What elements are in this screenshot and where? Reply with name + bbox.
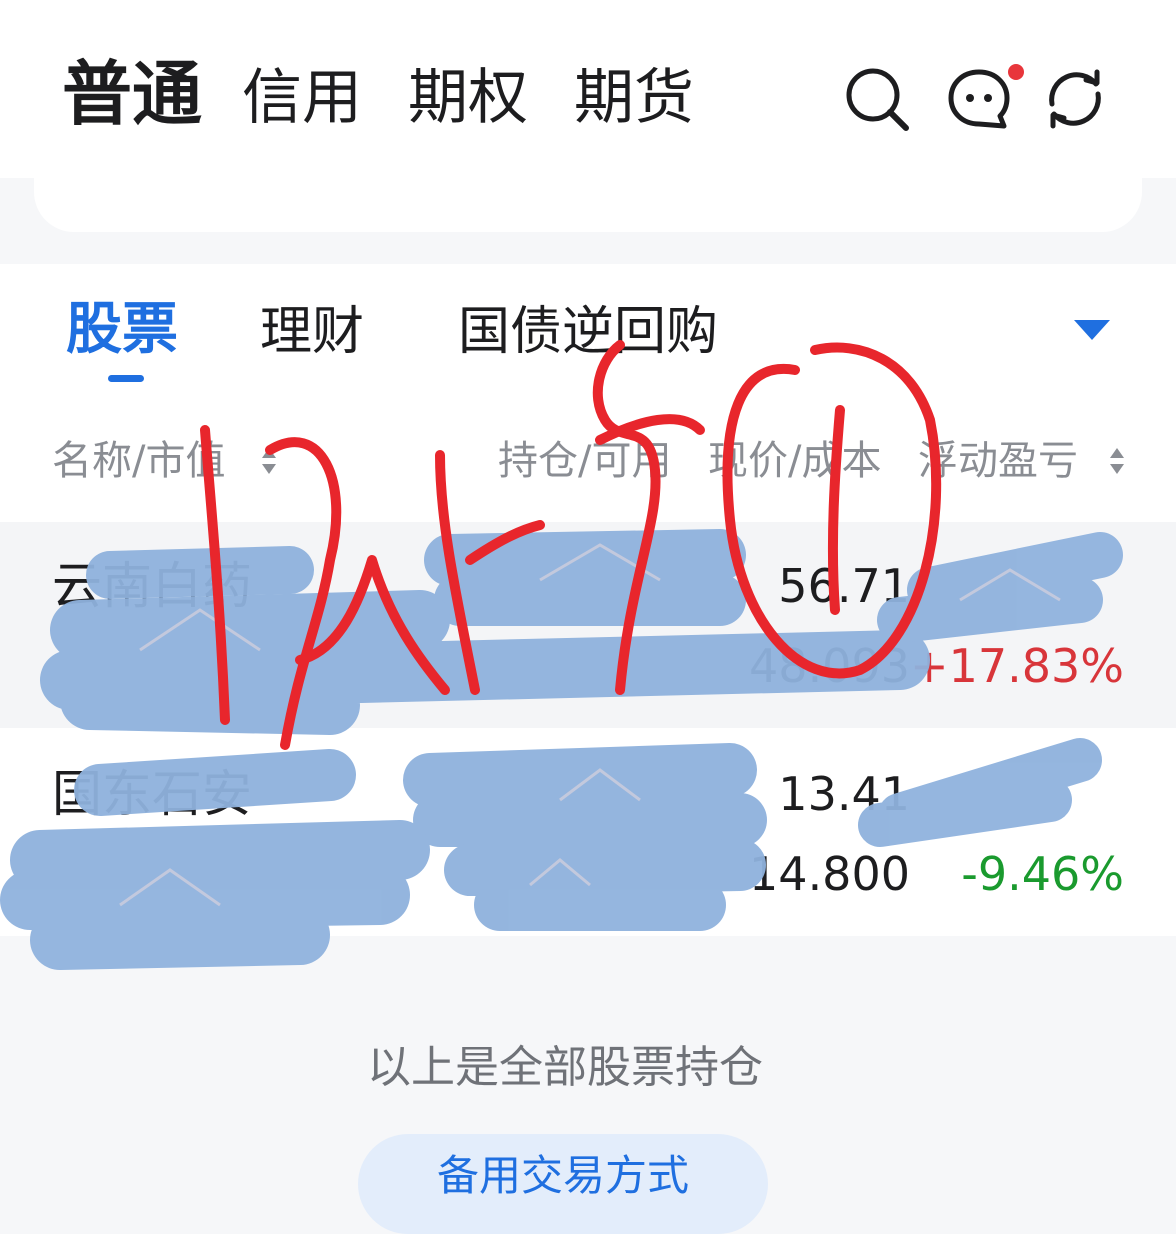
column-price-cost: 现价/成本 — [708, 438, 882, 484]
refresh-icon[interactable] — [1040, 64, 1110, 134]
cost-price: 48.093 — [749, 639, 910, 693]
account-summary-card — [34, 176, 1142, 232]
column-float-pl[interactable]: 浮动盈亏 — [918, 436, 1078, 486]
pl-percent: -9.46% — [961, 847, 1124, 901]
holding-row[interactable] — [0, 728, 1176, 934]
sort-icon[interactable] — [1110, 448, 1124, 474]
asset-tab-stocks[interactable]: 股票 — [66, 298, 178, 362]
column-position-available: 持仓/可用 — [498, 438, 672, 484]
cost-price: 14.800 — [749, 847, 910, 901]
asset-tab-wealth[interactable]: 理财 — [260, 300, 364, 364]
asset-tab-reverse-repo[interactable]: 国债逆回购 — [458, 300, 718, 364]
backup-trade-button[interactable]: 备用交易方式 — [358, 1134, 768, 1234]
account-tab-options[interactable]: 期权 — [408, 62, 528, 134]
holding-row[interactable] — [0, 522, 1176, 728]
sort-icon[interactable] — [262, 448, 276, 474]
pl-percent: +17.83% — [910, 639, 1124, 693]
active-tab-indicator — [108, 375, 144, 382]
search-icon[interactable] — [842, 64, 912, 134]
account-tab-normal[interactable]: 普通 — [62, 58, 202, 130]
caret-down-icon[interactable] — [1074, 320, 1110, 342]
current-price: 56.71 — [778, 559, 910, 613]
current-price: 13.41 — [778, 767, 910, 821]
message-icon[interactable] — [944, 64, 1014, 134]
stock-name: 国东石安 — [52, 765, 252, 823]
account-tab-futures[interactable]: 期货 — [574, 62, 694, 134]
account-tab-credit[interactable]: 信用 — [242, 62, 362, 134]
unread-dot — [1008, 64, 1024, 80]
stock-name: 云南白药 — [52, 557, 252, 615]
column-name-value[interactable]: 名称/市值 — [52, 436, 225, 486]
all-holdings-note: 以上是全部股票持仓 — [367, 1042, 763, 1093]
